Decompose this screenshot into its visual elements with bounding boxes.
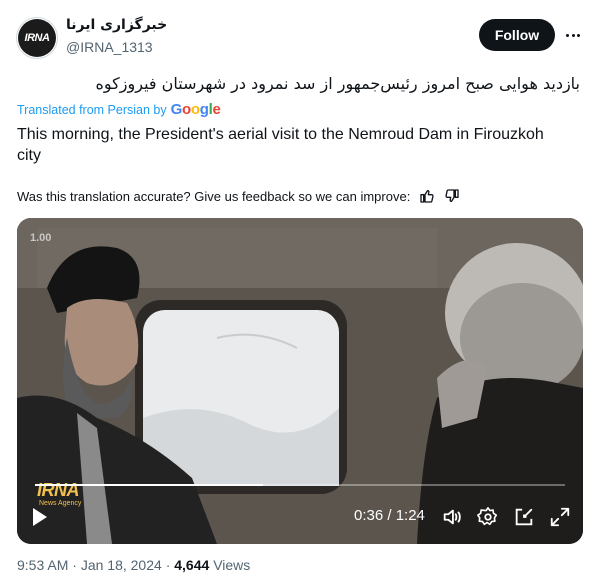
volume-icon[interactable] (441, 506, 463, 528)
post-metadata: 9:53 AM · Jan 18, 2024 · 4,644 Views (17, 557, 250, 573)
playback-speed-badge: 1.00 (30, 232, 52, 244)
translated-post-text: This morning, the President's aerial vis… (17, 126, 544, 164)
views-label: Views (213, 557, 251, 573)
meta-separator: · (72, 557, 77, 573)
video-progress-fill (35, 484, 263, 486)
user-handle[interactable]: @IRNA_1313 (66, 39, 153, 55)
thumbs-up-icon[interactable] (419, 188, 435, 204)
translation-feedback: Was this translation accurate? Give us f… (17, 188, 460, 204)
post-time[interactable]: 9:53 AM (17, 557, 68, 573)
video-frame (17, 218, 583, 544)
settings-gear-icon[interactable] (477, 506, 499, 528)
video-time: 0:36 / 1:24 (354, 507, 425, 524)
translation-attribution[interactable]: Translated from Persian by Google (17, 101, 221, 118)
video-player[interactable]: 1.00 IRNA News Agency 0:36 / 1:24 (17, 218, 583, 544)
tweet-post: IRNA خبرگزاری ایرنا @IRNA_1313 Follow با… (0, 0, 596, 584)
meta-separator: · (165, 557, 171, 573)
display-name[interactable]: خبرگزاری ایرنا (66, 17, 167, 33)
play-icon[interactable] (31, 507, 49, 527)
channel-watermark-sub: News Agency (39, 500, 82, 507)
picture-in-picture-icon[interactable] (513, 506, 535, 528)
original-post-text: بازدید هوایی صبح امروز رئیس‌جمهور از سد … (95, 74, 580, 93)
translated-from-label: Translated from Persian by (17, 102, 167, 117)
video-progress-bar[interactable] (35, 484, 565, 486)
google-logo: Google (170, 101, 221, 118)
fullscreen-icon[interactable] (549, 506, 571, 528)
follow-button[interactable]: Follow (479, 19, 555, 51)
post-date[interactable]: Jan 18, 2024 (81, 557, 162, 573)
feedback-prompt: Was this translation accurate? Give us f… (17, 188, 411, 204)
views-count: 4,644 (174, 557, 210, 573)
irna-logo: IRNA (18, 19, 56, 57)
thumbs-down-icon[interactable] (444, 188, 460, 204)
avatar[interactable]: IRNA (16, 17, 58, 59)
more-options-icon[interactable] (561, 21, 585, 49)
